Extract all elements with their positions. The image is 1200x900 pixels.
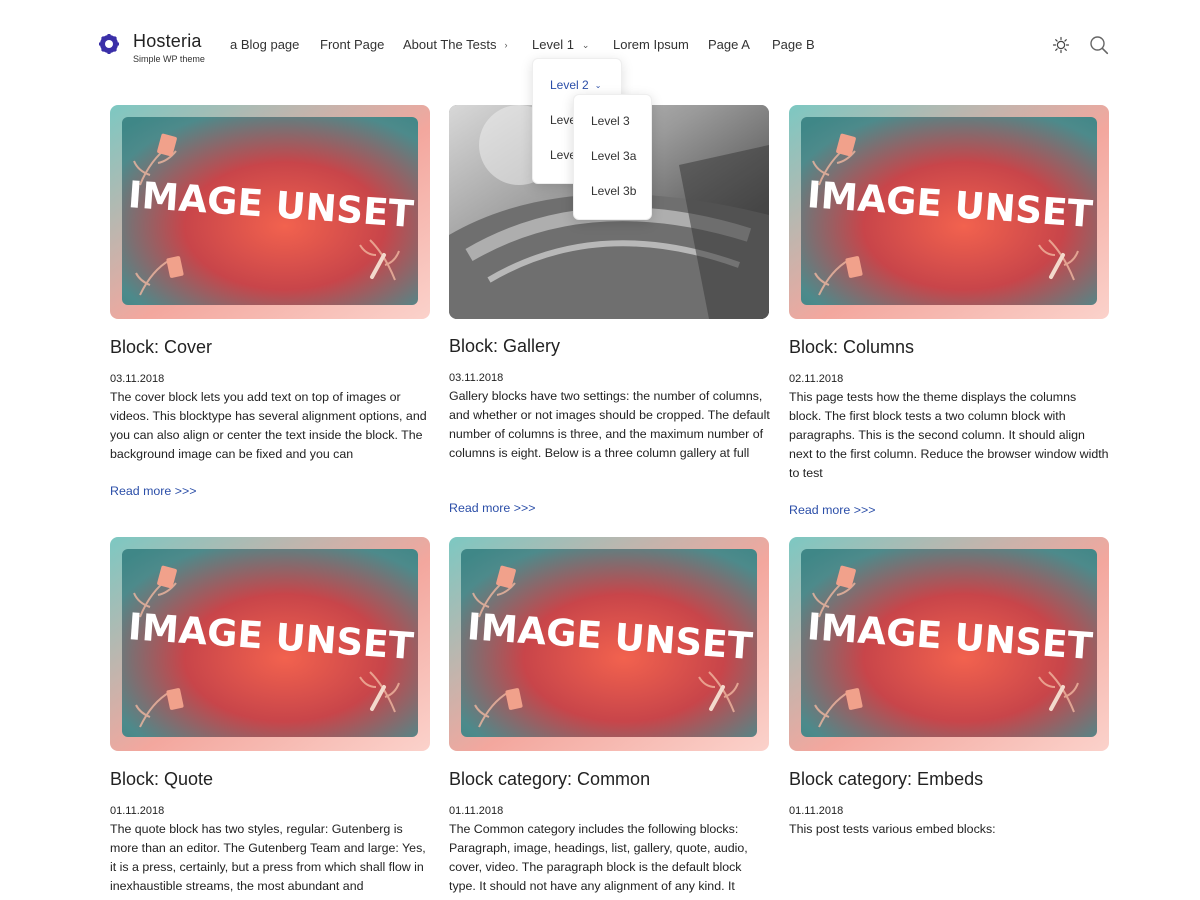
nav-label: Page B (772, 37, 815, 52)
post-thumbnail[interactable]: IMAGE UNSET (110, 537, 430, 751)
nav-label: About The Tests (403, 37, 497, 52)
nav-item-blog[interactable]: a Blog page (230, 36, 299, 54)
image-unset-placeholder: IMAGE UNSET (789, 105, 1109, 319)
post-excerpt: The cover block lets you add text on top… (110, 390, 427, 461)
submenu-level-2: Level 3 Level 3a Level 3b (573, 94, 652, 220)
post-thumbnail[interactable]: IMAGE UNSET (449, 537, 769, 751)
sun-icon[interactable] (1050, 34, 1072, 56)
image-unset-placeholder: IMAGE UNSET (110, 105, 430, 319)
nav-label: Front Page (320, 37, 385, 52)
image-unset-placeholder: IMAGE UNSET (110, 537, 430, 751)
nav-item-front-page[interactable]: Front Page (320, 36, 384, 54)
submenu-item-level-3a[interactable]: Level 3a (591, 148, 636, 164)
nav-item-page-a[interactable]: Page A (708, 36, 750, 54)
nav-item-lorem-ipsum[interactable]: Lorem Ipsum (613, 36, 689, 54)
post-date: 01.11.2018 (789, 805, 844, 817)
post-excerpt: Gallery blocks have two settings: the nu… (449, 389, 770, 460)
post-excerpt: This page tests how the theme displays t… (789, 390, 1109, 480)
post-title[interactable]: Block: Columns (789, 336, 914, 358)
post-date: 01.11.2018 (110, 805, 165, 817)
post-card-embeds: IMAGE UNSET Block category: Embeds 01.11… (789, 537, 1109, 900)
post-card-cover: IMAGE UNSET Block: Cover 03.11.2018 The … (110, 105, 430, 505)
post-date: 03.11.2018 (110, 373, 165, 385)
post-date: 03.11.2018 (449, 372, 504, 384)
read-more-link[interactable]: Read more >>> (449, 500, 535, 516)
gear-logo-icon[interactable] (98, 33, 120, 55)
post-excerpt: The Common category includes the followi… (449, 822, 748, 893)
chevron-down-icon[interactable]: ⌄ (595, 78, 602, 94)
post-thumbnail[interactable]: IMAGE UNSET (110, 105, 430, 319)
nav-label: a Blog page (230, 37, 300, 52)
post-thumbnail[interactable]: IMAGE UNSET (789, 537, 1109, 751)
nav-label: Lorem Ipsum (613, 37, 689, 52)
read-more-link[interactable]: Read more >>> (110, 483, 196, 499)
submenu-label: Level 3b (591, 184, 637, 198)
site-name[interactable]: Hosteria (133, 30, 205, 52)
chevron-down-icon[interactable]: ⌄ (582, 36, 590, 54)
post-card-common: IMAGE UNSET Block category: Common 01.11… (449, 537, 769, 900)
post-card-columns: IMAGE UNSET Block: Columns 02.11.2018 Th… (789, 105, 1109, 525)
post-title[interactable]: Block: Quote (110, 768, 213, 790)
submenu-label: Level 3a (591, 149, 637, 163)
site-tagline: Simple WP theme (133, 54, 205, 64)
post-card-quote: IMAGE UNSET Block: Quote 01.11.2018 The … (110, 537, 430, 900)
post-title[interactable]: Block category: Embeds (789, 768, 983, 790)
post-title[interactable]: Block: Cover (110, 336, 212, 358)
submenu-label: Level 3 (591, 114, 630, 128)
post-title[interactable]: Block category: Common (449, 768, 650, 790)
post-excerpt: This post tests various embed blocks: (789, 822, 996, 836)
nav-label: Level 1 (532, 37, 574, 52)
post-date: 01.11.2018 (449, 805, 504, 817)
submenu-item-level-3[interactable]: Level 3 (591, 113, 630, 129)
submenu-label: Level 2 (550, 78, 589, 92)
nav-item-about-tests[interactable]: About The Tests › (403, 36, 507, 54)
search-icon[interactable] (1088, 34, 1110, 56)
post-thumbnail[interactable]: IMAGE UNSET (789, 105, 1109, 319)
image-unset-placeholder: IMAGE UNSET (789, 537, 1109, 751)
nav-label: Page A (708, 37, 750, 52)
post-title[interactable]: Block: Gallery (449, 335, 560, 357)
site-brand[interactable]: Hosteria Simple WP theme (133, 30, 205, 65)
post-date: 02.11.2018 (789, 373, 844, 385)
post-excerpt: The quote block has two styles, regular:… (110, 822, 426, 893)
chevron-right-icon[interactable]: › (504, 36, 507, 54)
image-unset-placeholder: IMAGE UNSET (449, 537, 769, 751)
nav-item-level-1[interactable]: Level 1 ⌄ (532, 36, 589, 54)
read-more-link[interactable]: Read more >>> (789, 502, 875, 518)
submenu-item-level-3b[interactable]: Level 3b (591, 183, 636, 199)
submenu-item-level-2[interactable]: Level 2 ⌄ (550, 77, 601, 94)
nav-item-page-b[interactable]: Page B (772, 36, 815, 54)
